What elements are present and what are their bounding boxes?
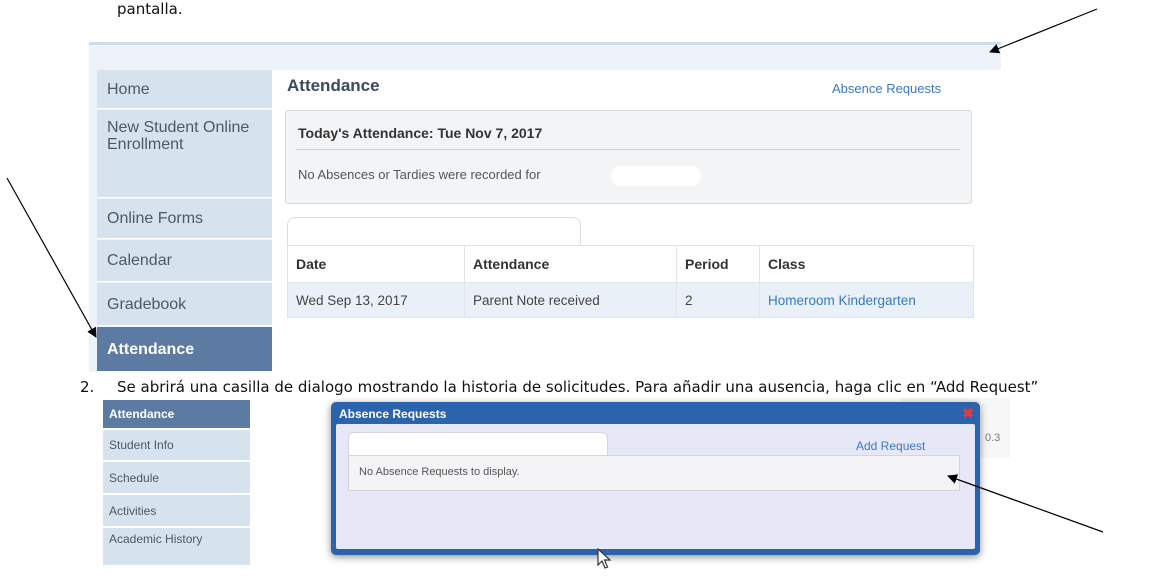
divider: [296, 149, 960, 150]
add-request-link[interactable]: Add Request: [856, 439, 925, 453]
absence-requests-link[interactable]: Absence Requests: [832, 81, 941, 96]
mouse-pointer-icon: [597, 548, 612, 569]
attendance-main-panel: Attendance Absence Requests Today's Atte…: [272, 70, 1001, 372]
sidebar-item-gradebook[interactable]: Gradebook: [97, 283, 272, 326]
dialog-body: Add Request No Absence Requests to displ…: [336, 424, 975, 549]
sidebar-item-attendance[interactable]: Attendance: [97, 327, 272, 372]
table-header-period: Period: [676, 245, 760, 283]
table-header-attendance: Attendance: [464, 245, 677, 283]
sidebar-item-schedule[interactable]: Schedule: [103, 462, 250, 494]
sidebar-item-attendance[interactable]: Attendance: [103, 400, 250, 429]
screenshot-absence-dialog: Attendance Student Info Schedule Activit…: [100, 398, 1010, 587]
student-tab[interactable]: [348, 432, 608, 457]
table-row: Wed Sep 13, 2017 Parent Note received 2 …: [287, 282, 974, 318]
student-tab[interactable]: [287, 217, 581, 248]
cell-date: Wed Sep 13, 2017: [287, 282, 465, 318]
arrow-to-attendance: [6, 177, 97, 338]
todays-attendance-message: No Absences or Tardies were recorded for: [298, 167, 541, 182]
sidebar-item-calendar[interactable]: Calendar: [97, 240, 272, 282]
todays-attendance-box: Today's Attendance: Tue Nov 7, 2017 No A…: [285, 110, 972, 204]
screenshot-attendance-page: Home New Student Online Enrollment Onlin…: [89, 42, 1001, 372]
step-instruction: Se abrirá una casilla de dialogo mostran…: [117, 378, 1039, 396]
close-icon[interactable]: ✖: [960, 405, 976, 421]
empty-requests-message: No Absence Requests to display.: [359, 466, 520, 478]
sidebar-item-new-student-online-enrollment[interactable]: New Student Online Enrollment: [97, 110, 272, 198]
table-header-class: Class: [759, 245, 974, 283]
page-title: Attendance: [287, 76, 380, 95]
redacted-name: [611, 166, 701, 186]
table-header-date: Date: [287, 245, 465, 283]
cell-attendance: Parent Note received: [464, 282, 677, 318]
doc-text-fragment: pantalla.: [117, 0, 183, 18]
sidebar-item-activities[interactable]: Activities: [103, 495, 250, 527]
todays-attendance-title: Today's Attendance: Tue Nov 7, 2017: [298, 125, 543, 141]
step-number: 2.: [80, 378, 95, 396]
sidebar-item-academic-history[interactable]: Academic History: [103, 528, 250, 566]
empty-requests-box: No Absence Requests to display.: [348, 455, 960, 491]
absence-requests-dialog: Absence Requests ✖ Add Request No Absenc…: [331, 402, 980, 555]
dialog-title: Absence Requests: [339, 407, 447, 421]
background-fragment: 0.3: [985, 432, 1001, 444]
arrow-to-top-corner: [989, 8, 1098, 54]
sidebar-item-home[interactable]: Home: [97, 70, 272, 109]
attendance-table: Date Attendance Period Class Wed Sep 13,…: [287, 245, 974, 318]
sidebar-item-online-forms[interactable]: Online Forms: [97, 199, 272, 239]
cell-class-link[interactable]: Homeroom Kindergarten: [759, 282, 974, 318]
cell-period: 2: [676, 282, 760, 318]
sidebar-item-student-info[interactable]: Student Info: [103, 430, 250, 461]
